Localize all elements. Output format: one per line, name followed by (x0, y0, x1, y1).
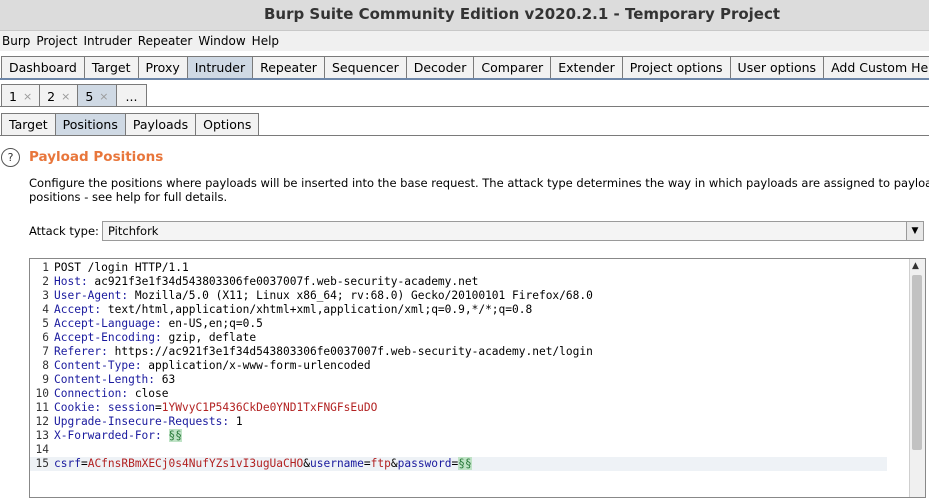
window-title: Burp Suite Community Edition v2020.2.1 -… (263, 5, 781, 23)
tab-decoder[interactable]: Decoder (405, 56, 475, 79)
payload-marker: §§ (458, 457, 472, 470)
attack-type-value: Pitchfork (108, 224, 159, 238)
menu-burp[interactable]: Burp (0, 31, 34, 51)
request-line: 15 csrf=ACfnsRBmXECj0s4NufYZs1vI3ugUaCHO&… (30, 457, 887, 471)
tab-target[interactable]: Target (83, 56, 139, 79)
request-editor[interactable]: 1 POST /login HTTP/1.1 2 Host: ac921f3e1f3… (29, 258, 926, 498)
scrollbar-thumb[interactable] (912, 275, 922, 450)
description-line: positions - see help for full details. (29, 190, 228, 204)
new-attack-tab-button[interactable]: ... (115, 84, 148, 107)
attack-type-label: Attack type: (29, 224, 99, 238)
attack-tab-bar: 1 × 2 × 5 × ... (1, 83, 148, 107)
title-bar: Burp Suite Community Edition v2020.2.1 -… (0, 0, 929, 31)
tab-extender[interactable]: Extender (550, 56, 623, 79)
menu-window[interactable]: Window (196, 31, 249, 51)
main-tab-bar: Dashboard Target Proxy Intruder Repeater… (1, 55, 929, 79)
subtab-target[interactable]: Target (1, 113, 56, 136)
tab-dashboard[interactable]: Dashboard (1, 56, 85, 79)
attack-tab-separator (0, 106, 929, 107)
tab-repeater[interactable]: Repeater (252, 56, 325, 79)
menu-repeater[interactable]: Repeater (136, 31, 197, 51)
sub-tab-separator (0, 135, 929, 136)
section-heading: Payload Positions (29, 149, 164, 165)
menu-bar: Burp Project Intruder Repeater Window Help (0, 31, 929, 51)
sub-tab-bar: Target Positions Payloads Options (1, 112, 260, 136)
tab-intruder[interactable]: Intruder (186, 56, 254, 79)
attack-tab-2[interactable]: 2 × (39, 84, 79, 107)
attack-tab-label: 2 (47, 88, 56, 104)
subtab-payloads[interactable]: Payloads (124, 113, 197, 136)
tab-project-options[interactable]: Project options (621, 56, 731, 79)
tab-separator (0, 78, 929, 80)
close-icon[interactable]: × (61, 86, 70, 107)
subtab-positions[interactable]: Positions (54, 113, 126, 136)
tab-proxy[interactable]: Proxy (137, 56, 188, 79)
attack-type-select[interactable]: Pitchfork ▼ (102, 221, 924, 241)
subtab-options[interactable]: Options (195, 113, 260, 136)
tab-user-options[interactable]: User options (729, 56, 825, 79)
attack-tab-label: 1 (9, 88, 17, 104)
menu-project[interactable]: Project (34, 31, 81, 51)
attack-tab-1[interactable]: 1 × (1, 84, 41, 107)
menu-intruder[interactable]: Intruder (81, 31, 135, 51)
editor-scrollbar[interactable]: ▲ (909, 259, 925, 497)
tab-add-custom-header[interactable]: Add Custom Header (823, 56, 929, 79)
close-icon[interactable]: × (23, 86, 32, 107)
tab-sequencer[interactable]: Sequencer (323, 56, 407, 79)
description-line: Configure the positions where payloads w… (29, 176, 929, 190)
scroll-up-icon[interactable]: ▲ (912, 261, 919, 271)
payload-marker: §§ (168, 429, 183, 442)
close-icon[interactable]: × (99, 86, 108, 107)
menu-help[interactable]: Help (250, 31, 283, 51)
section-description: Configure the positions where payloads w… (29, 176, 929, 204)
chevron-down-icon[interactable]: ▼ (906, 222, 923, 240)
attack-tab-5[interactable]: 5 × (77, 84, 117, 107)
tab-comparer[interactable]: Comparer (473, 56, 552, 79)
attack-tab-label: 5 (85, 88, 94, 104)
help-icon[interactable]: ? (1, 148, 20, 167)
